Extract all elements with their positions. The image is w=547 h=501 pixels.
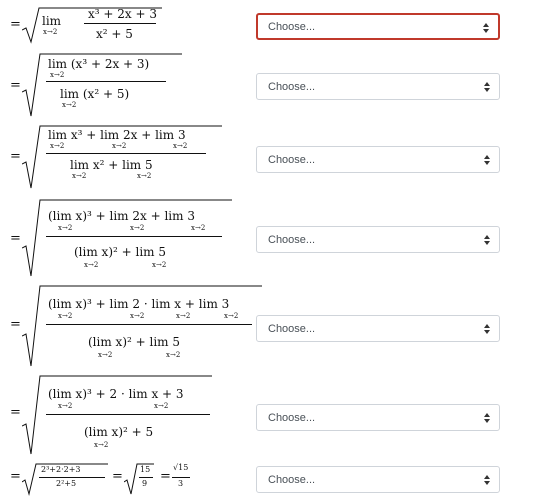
step-3-select[interactable]: Choose... bbox=[256, 146, 500, 173]
lim-subscript: x→2 bbox=[154, 402, 169, 410]
select-value: Choose... bbox=[268, 154, 316, 166]
denominator: (lim x)² + lim 5 bbox=[88, 335, 180, 349]
lim-subscript: x→2 bbox=[58, 402, 73, 410]
denominator: lim x² + lim 5 bbox=[70, 158, 153, 172]
step-1: = lim x→2 x³ + 2x + 3 x² + 5 Choose... bbox=[0, 0, 547, 46]
equals-sign: = bbox=[160, 469, 171, 484]
lim-subscript: x→2 bbox=[152, 261, 167, 269]
lim-subscript: x→2 bbox=[84, 261, 99, 269]
step-2: = lim (x³ + 2x + 3) x→2 lim (x² + 5) x→2… bbox=[0, 46, 547, 118]
step-1-select[interactable]: Choose... bbox=[256, 13, 500, 40]
fraction-bar bbox=[46, 324, 252, 325]
equals-sign: = bbox=[10, 317, 21, 332]
fraction-bar bbox=[84, 23, 156, 24]
numerator: (lim x)³ + lim 2 · lim x + lim 3 bbox=[48, 297, 230, 311]
fraction-2-denominator: 9 bbox=[142, 479, 148, 488]
lim-subscript: x→2 bbox=[98, 351, 113, 359]
step-5-select[interactable]: Choose... bbox=[256, 315, 500, 342]
select-caret-icon bbox=[484, 82, 490, 93]
lim-subscript: x→2 bbox=[58, 312, 73, 320]
lim-subscript: x→2 bbox=[173, 142, 188, 150]
denominator: lim (x² + 5) bbox=[60, 87, 130, 101]
lim-subscript: x→2 bbox=[62, 101, 77, 109]
lim-subscript: x→2 bbox=[50, 71, 65, 79]
equals-sign: = bbox=[10, 469, 21, 484]
select-caret-icon bbox=[484, 324, 490, 335]
select-value: Choose... bbox=[268, 323, 316, 335]
equals-sign: = bbox=[10, 405, 21, 420]
select-value: Choose... bbox=[268, 81, 316, 93]
step-5: = (lim x)³ + lim 2 · lim x + lim 3 x→2 x… bbox=[0, 280, 547, 372]
numerator: (lim x)³ + lim 2x + lim 3 bbox=[48, 209, 195, 223]
lim-subscript: x→2 bbox=[50, 142, 65, 150]
select-value: Choose... bbox=[268, 474, 316, 486]
denominator: (lim x)² + 5 bbox=[84, 425, 154, 439]
numerator: lim (x³ + 2x + 3) bbox=[48, 57, 150, 71]
step-4-select[interactable]: Choose... bbox=[256, 226, 500, 253]
lim-subscript: x→2 bbox=[137, 172, 152, 180]
fraction-1-numerator: 2³+2·2+3 bbox=[41, 465, 81, 474]
lim-subscript: x→2 bbox=[58, 224, 73, 232]
fraction-bar bbox=[46, 153, 206, 154]
lim-label: lim bbox=[42, 14, 62, 28]
lim-subscript: x→2 bbox=[130, 224, 145, 232]
denominator: x² + 5 bbox=[96, 27, 133, 41]
lim-subscript: x→2 bbox=[72, 172, 87, 180]
lim-subscript: x→2 bbox=[191, 224, 206, 232]
equals-sign: = bbox=[10, 78, 21, 93]
lim-subscript: x→2 bbox=[94, 441, 109, 449]
select-caret-icon bbox=[484, 475, 490, 486]
equals-sign: = bbox=[10, 149, 21, 164]
lim-subscript: x→2 bbox=[130, 312, 145, 320]
select-caret-icon bbox=[484, 155, 490, 166]
fraction-3-denominator: 3 bbox=[178, 479, 184, 488]
lim-subscript: x→2 bbox=[112, 142, 127, 150]
step-6: = (lim x)³ + 2 · lim x + 3 x→2 x→2 (lim … bbox=[0, 372, 547, 458]
step-6-select[interactable]: Choose... bbox=[256, 404, 500, 431]
fraction-2-numerator: 15 bbox=[140, 465, 151, 474]
equals-sign: = bbox=[112, 469, 123, 484]
lim-subscript: x→2 bbox=[224, 312, 239, 320]
numerator: (lim x)³ + 2 · lim x + 3 bbox=[48, 387, 184, 401]
fraction-bar bbox=[46, 81, 166, 82]
select-caret-icon bbox=[483, 23, 489, 34]
lim-subscript: x→2 bbox=[176, 312, 191, 320]
fraction-bar bbox=[46, 236, 222, 237]
step-3: = lim x³ + lim 2x + lim 3 x→2 x→2 x→2 li… bbox=[0, 118, 547, 194]
step-4: = (lim x)³ + lim 2x + lim 3 x→2 x→2 x→2 … bbox=[0, 194, 547, 280]
select-value: Choose... bbox=[268, 21, 316, 33]
equals-sign: = bbox=[10, 231, 21, 246]
select-caret-icon bbox=[484, 235, 490, 246]
denominator: (lim x)² + lim 5 bbox=[74, 245, 166, 259]
step-7-select[interactable]: Choose... bbox=[256, 466, 500, 493]
select-caret-icon bbox=[484, 413, 490, 424]
fraction-3-numerator: √15 bbox=[173, 463, 189, 472]
fraction-bar bbox=[39, 477, 105, 478]
lim-subscript: x→2 bbox=[166, 351, 181, 359]
numerator: lim x³ + lim 2x + lim 3 bbox=[48, 128, 186, 142]
fraction-bar bbox=[172, 477, 190, 478]
fraction-bar bbox=[46, 414, 210, 415]
equals-sign: = bbox=[10, 17, 21, 32]
select-value: Choose... bbox=[268, 412, 316, 424]
step-2-select[interactable]: Choose... bbox=[256, 73, 500, 100]
lim-subscript: x→2 bbox=[43, 28, 58, 36]
select-value: Choose... bbox=[268, 234, 316, 246]
fraction-bar bbox=[139, 477, 153, 478]
fraction-1-denominator: 2²+5 bbox=[56, 479, 77, 488]
step-7: = 2³+2·2+3 2²+5 = 15 9 = √15 3 Choose... bbox=[0, 458, 547, 501]
numerator: x³ + 2x + 3 bbox=[88, 7, 157, 21]
